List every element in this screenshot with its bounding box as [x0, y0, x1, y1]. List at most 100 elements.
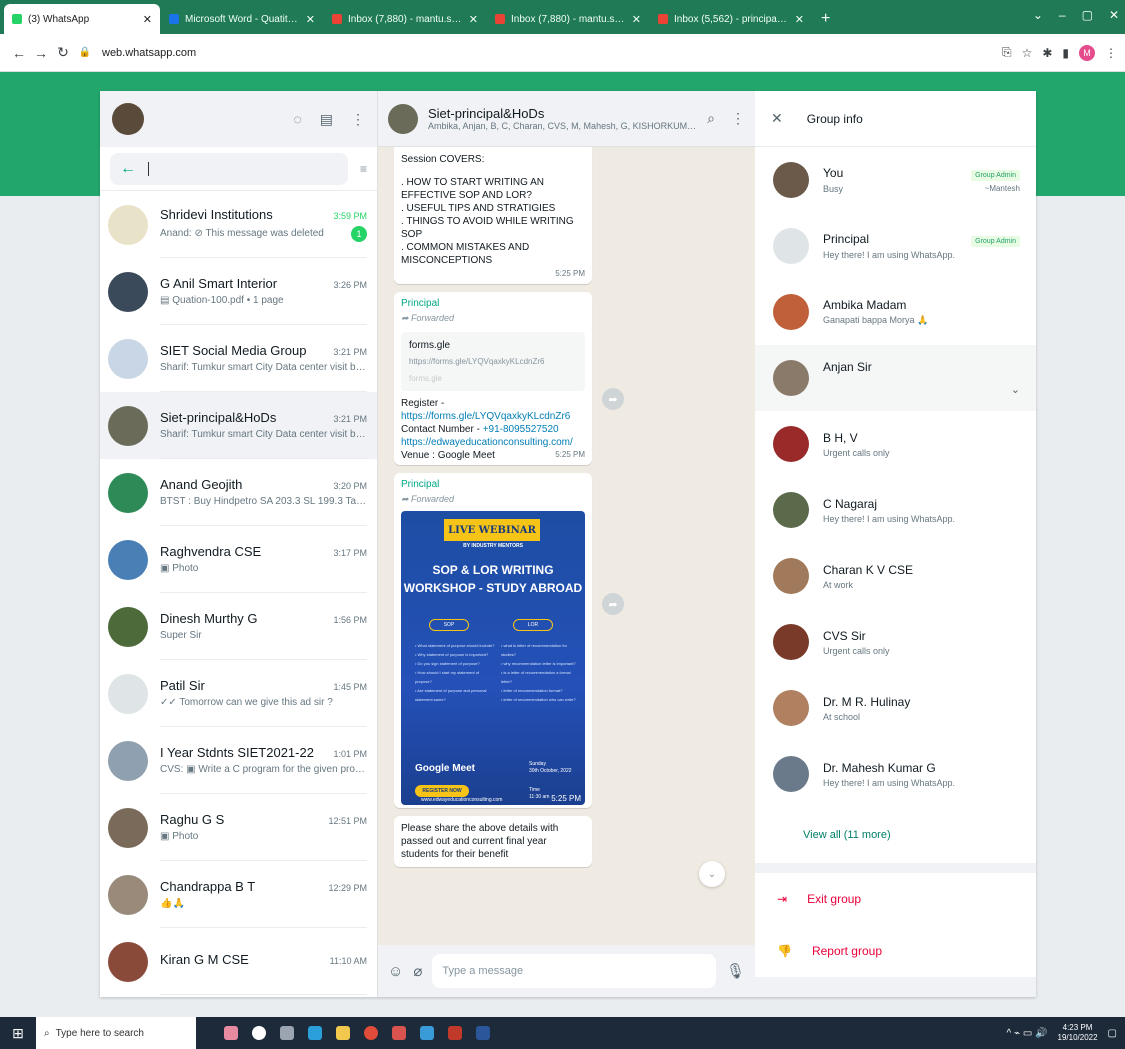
contact-number-link[interactable]: +91-8095527520 [483, 424, 559, 435]
chat-list-item[interactable]: Kiran G M CSE 11:10 AM [100, 928, 377, 995]
tab-title: Microsoft Word - Quatition-Shri [185, 13, 300, 25]
group-member-item[interactable]: Ambika Madam Ganapati bappa Morya 🙏 [755, 279, 1036, 345]
chat-list-item[interactable]: Siet-principal&HoDs 3:21 PM Sharif: Tumkur… [100, 392, 377, 459]
reload-icon[interactable]: ↻ [52, 44, 74, 61]
website-link[interactable]: https://edwayeducationconsulting.com/ [401, 436, 585, 449]
ribbon-icon[interactable] [224, 1026, 238, 1040]
chat-list-item[interactable]: Patil Sir 1:45 PM ✓✓ Tomorrow can we give … [100, 660, 377, 727]
forward-share-icon[interactable]: ➦ [602, 593, 624, 615]
chat-list-item[interactable]: Chandrappa B T 12:29 PM 👍🙏 [100, 861, 377, 928]
attach-icon[interactable]: ⌀ [413, 962, 422, 980]
tab-close-icon[interactable]: ✕ [795, 13, 804, 26]
extensions-icon[interactable]: ✱ [1042, 46, 1052, 60]
browser-tab[interactable]: Inbox (7,880) - mantu.siet@gmai ✕ [324, 4, 486, 34]
group-member-item[interactable]: CVS Sir Urgent calls only [755, 609, 1036, 675]
view-all-members-link[interactable]: View all (11 more) [755, 807, 1036, 863]
status-icon[interactable]: ◌ [293, 111, 301, 128]
close-window-button[interactable]: ✕ [1109, 8, 1119, 22]
webinar-poster-image[interactable]: LIVE WEBINAR BY INDUSTRY MENTORS SOP & L… [401, 511, 585, 805]
group-member-item[interactable]: Dr. M R. Hulinay At school [755, 675, 1036, 741]
tab-close-icon[interactable]: ✕ [469, 13, 478, 26]
browser-tab[interactable]: (3) WhatsApp ✕ [4, 4, 160, 34]
new-tab-button[interactable]: + [813, 4, 838, 34]
tab-close-icon[interactable]: ✕ [143, 13, 152, 26]
chevron-down-icon[interactable]: ⌄ [1011, 383, 1020, 396]
back-icon[interactable]: ← [8, 45, 30, 61]
chat-list-item[interactable]: Raghu G S 12:51 PM ▣ Photo [100, 794, 377, 861]
tray-icons[interactable]: ^ ⌁ ▭ 🔊 [1007, 1028, 1048, 1039]
bookmark-star-icon[interactable]: ☆ [1022, 46, 1033, 60]
link-preview-card[interactable]: forms.gle https://forms.gle/LYQVqaxkyKLc… [401, 332, 585, 391]
minimize-button[interactable]: – [1059, 8, 1066, 22]
browser-tab[interactable]: Inbox (5,562) - principal@shride ✕ [650, 4, 812, 34]
group-member-item[interactable]: Dr. Mahesh Kumar G Hey there! I am using … [755, 741, 1036, 807]
chat-list-item[interactable]: Raghvendra CSE 3:17 PM ▣ Photo [100, 526, 377, 593]
chat-list-item[interactable]: I Year Stdnts SIET2021-22 1:01 PM CVS: ▣ W… [100, 727, 377, 794]
group-member-item[interactable]: B H, V Urgent calls only [755, 411, 1036, 477]
microphone-icon[interactable]: 🎙 [726, 962, 745, 980]
exit-group-button[interactable]: ⇥ Exit group [755, 873, 1036, 925]
edge-icon[interactable] [308, 1026, 322, 1040]
message-bubble[interactable]: Principal ➦ Forwarded forms.gle https://… [394, 292, 624, 465]
group-member-item[interactable]: You Group Admin Busy ~Mantesh [755, 147, 1036, 213]
message-input[interactable]: Type a message [432, 954, 716, 988]
message-bubble[interactable]: Session COVERS: . HOW TO START WRITING AN… [394, 147, 592, 284]
profile-avatar[interactable]: M [1079, 44, 1095, 61]
clock[interactable]: 4:23 PM 19/10/2022 [1058, 1023, 1098, 1043]
my-avatar[interactable] [112, 103, 144, 135]
filter-icon[interactable]: ≡ [360, 162, 367, 176]
group-member-item[interactable]: Principal Group Admin Hey there! I am usin… [755, 213, 1036, 279]
forward-share-icon[interactable]: ➦ [602, 388, 624, 410]
browser-tab[interactable]: Microsoft Word - Quatition-Shri ✕ [161, 4, 323, 34]
group-member-item[interactable]: Charan K V CSE At work [755, 543, 1036, 609]
lock-icon[interactable]: 🔒 [74, 47, 96, 58]
tab-close-icon[interactable]: ✕ [632, 13, 641, 26]
chat-list-item[interactable]: Shridevi Institutions 3:59 PM Anand: ⊘ Thi… [100, 191, 377, 258]
chat-list-item[interactable]: G Anil Smart Interior 3:26 PM ▤ Quation-10… [100, 258, 377, 325]
file-explorer-icon[interactable] [336, 1026, 350, 1040]
search-input[interactable] [148, 161, 338, 176]
report-group-button[interactable]: 👎 Report group [755, 925, 1036, 977]
side-panel-icon[interactable]: ▮ [1062, 46, 1069, 60]
member-status: Busy [823, 184, 844, 194]
chat-time: 3:21 PM [333, 414, 367, 424]
conversation-menu-icon[interactable]: ⋮ [731, 110, 745, 127]
message-bubble[interactable]: Please share the above details with pass… [394, 816, 592, 867]
url-field[interactable]: web.whatsapp.com [102, 47, 196, 59]
forward-icon[interactable]: → [30, 45, 52, 61]
task-view-icon[interactable] [280, 1026, 294, 1040]
chat-list-item[interactable]: Anand Geojith 3:20 PM BTST : Buy Hindpetro… [100, 459, 377, 526]
new-chat-icon[interactable]: ▤ [320, 111, 333, 128]
windows-start-icon[interactable]: ⊞ [0, 1025, 36, 1042]
browser-menu-icon[interactable]: ⋮ [1105, 46, 1117, 60]
scroll-down-icon[interactable]: ⌄ [699, 861, 725, 887]
message-bubble[interactable]: Principal ➦ Forwarded LIVE WEBINAR BY IN… [394, 473, 624, 808]
app-icon-3[interactable] [448, 1026, 462, 1040]
group-member-item[interactable]: C Nagaraj Hey there! I am using WhatsApp. [755, 477, 1036, 543]
menu-icon[interactable]: ⋮ [351, 111, 365, 128]
chrome-icon[interactable] [364, 1026, 378, 1040]
app-icon-2[interactable] [420, 1026, 434, 1040]
group-member-item[interactable]: Anjan Sir ⌄ [755, 345, 1036, 411]
cortana-icon[interactable] [252, 1026, 266, 1040]
back-arrow-icon[interactable]: ← [120, 160, 136, 178]
taskbar-search[interactable]: ⌕ Type here to search [36, 1017, 196, 1049]
notifications-icon[interactable]: ▢ [1108, 1028, 1117, 1039]
register-link[interactable]: https://forms.gle/LYQVqaxkyKLcdnZr6 [401, 411, 570, 422]
link-card-url: https://forms.gle/LYQVqaxkyKLcdnZr6 [409, 357, 545, 366]
chat-list-item[interactable]: SIET Social Media Group 3:21 PM Sharif: Tu… [100, 325, 377, 392]
maximize-button[interactable]: ▢ [1082, 8, 1093, 22]
member-avatar [773, 690, 809, 726]
tab-search-icon[interactable]: ⌄ [1033, 8, 1043, 22]
close-icon[interactable]: ✕ [771, 110, 783, 127]
conversation-header[interactable]: Siet-principal&HoDs Ambika, Anjan, B, C,… [378, 91, 755, 147]
tab-close-icon[interactable]: ✕ [306, 13, 315, 26]
group-avatar[interactable] [388, 103, 418, 134]
browser-tab[interactable]: Inbox (7,880) - mantu.siet@gmai ✕ [487, 4, 649, 34]
share-icon[interactable]: ⎘ [1002, 45, 1012, 60]
word-icon[interactable] [476, 1026, 490, 1040]
app-icon[interactable] [392, 1026, 406, 1040]
search-icon[interactable]: ⌕ [707, 110, 715, 127]
chat-list-item[interactable]: Dinesh Murthy G 1:56 PM Super Sir [100, 593, 377, 660]
emoji-icon[interactable]: ☺ [388, 963, 403, 980]
